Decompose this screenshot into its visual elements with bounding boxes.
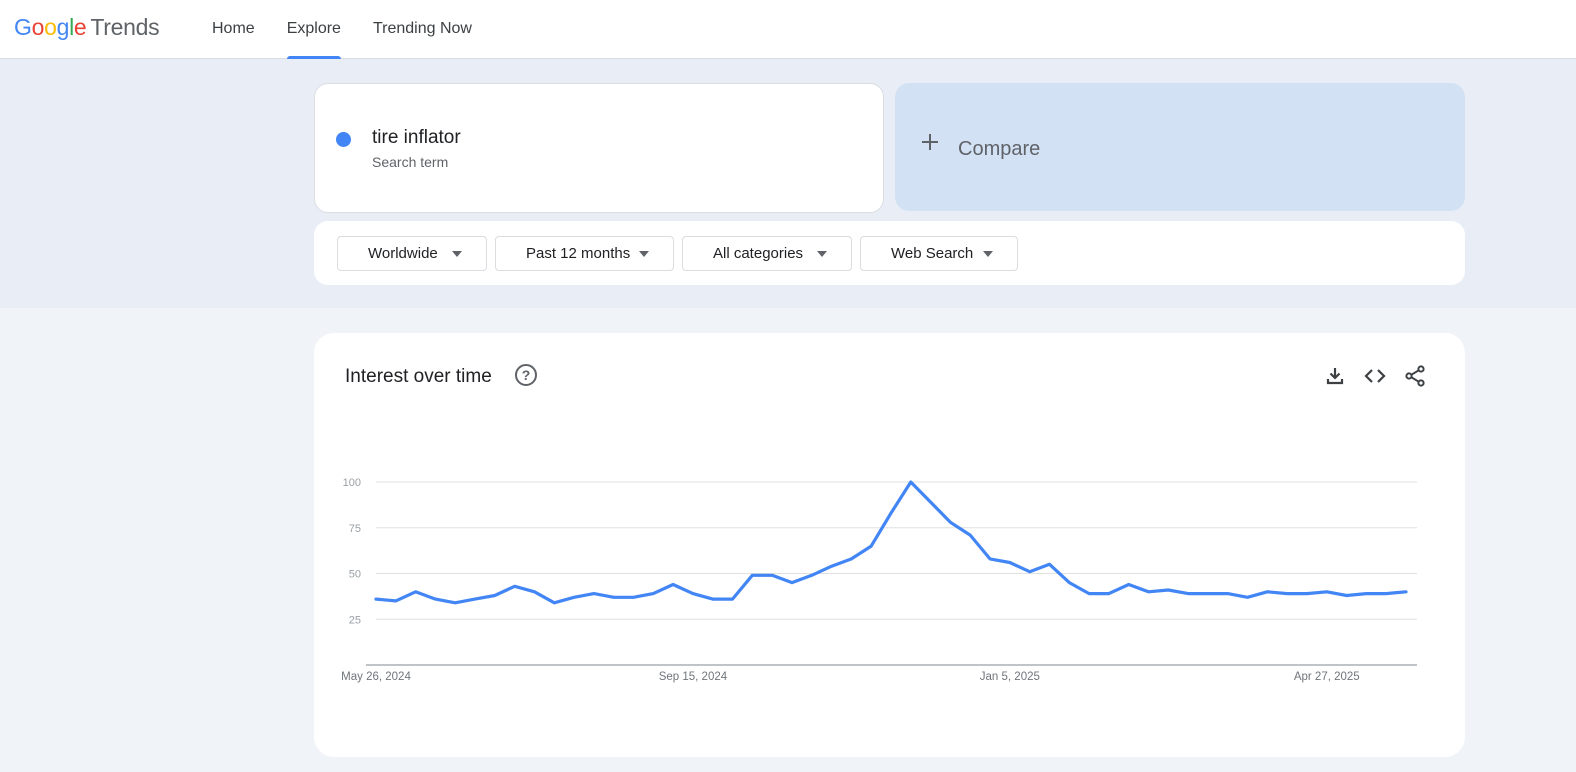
data-point: [1147, 591, 1149, 593]
data-point: [1266, 591, 1268, 593]
series-line: [374, 480, 1408, 605]
data-point: [533, 591, 535, 593]
search-type-filter[interactable]: Web Search: [860, 236, 1018, 271]
x-tick-label: May 26, 2024: [341, 671, 411, 683]
x-tick-label: Sep 15, 2024: [659, 671, 728, 683]
logo-letter: G: [14, 14, 32, 40]
search-term-name[interactable]: tire inflator: [372, 127, 461, 149]
data-point: [612, 596, 614, 598]
data-point: [494, 594, 496, 596]
x-tick-label: Jan 5, 2025: [980, 671, 1040, 683]
data-point: [1187, 592, 1189, 594]
data-point: [1167, 589, 1169, 591]
data-point: [474, 598, 476, 600]
y-tick-label: 50: [349, 569, 361, 581]
data-point: [513, 585, 515, 587]
logo-product-name: Trends: [90, 14, 160, 40]
filters-bar: Worldwide Past 12 months All categories …: [314, 221, 1465, 285]
data-point: [870, 545, 872, 547]
data-point: [395, 600, 397, 602]
data-point: [1028, 570, 1030, 572]
caret-down-icon: [983, 251, 993, 257]
data-point: [434, 598, 436, 600]
data-point: [1207, 592, 1209, 594]
region-filter-label: Worldwide: [368, 245, 438, 262]
logo-letter: g: [56, 14, 70, 40]
caret-down-icon: [452, 251, 462, 257]
x-tick-label: Apr 27, 2025: [1294, 671, 1360, 683]
time-range-filter[interactable]: Past 12 months: [495, 236, 674, 271]
y-tick-label: 100: [343, 477, 361, 489]
data-point: [652, 592, 654, 594]
data-point: [989, 558, 991, 560]
data-point: [573, 596, 575, 598]
data-point: [1009, 561, 1011, 563]
data-point: [791, 581, 793, 583]
nav-trending-now[interactable]: Trending Now: [373, 0, 472, 59]
data-point: [1385, 592, 1387, 594]
caret-down-icon: [817, 251, 827, 257]
data-point: [890, 512, 892, 514]
data-point: [553, 602, 555, 604]
plus-icon: [921, 133, 939, 151]
category-filter[interactable]: All categories: [682, 236, 852, 271]
data-point: [751, 574, 753, 576]
data-point: [692, 592, 694, 594]
main-nav: Home Explore Trending Now: [212, 0, 504, 60]
data-point: [1405, 591, 1407, 593]
caret-down-icon: [639, 251, 649, 257]
data-point: [771, 574, 773, 576]
series-color-dot: [336, 132, 351, 147]
search-term-card[interactable]: tire inflator Search term: [314, 83, 884, 213]
data-point: [1108, 592, 1110, 594]
logo-letter: e: [73, 14, 87, 40]
data-point: [454, 602, 456, 604]
logo-letter: o: [44, 14, 57, 40]
data-point: [731, 598, 733, 600]
data-point: [1365, 592, 1367, 594]
interest-over-time-card: Interest over time ? 25 50 75 100 May 26, 20…: [314, 333, 1465, 757]
nav-home[interactable]: Home: [212, 0, 255, 59]
region-filter[interactable]: Worldwide: [337, 236, 487, 271]
data-point: [1048, 563, 1050, 565]
top-app-bar: Google Trends Home Explore Trending Now: [0, 0, 1576, 60]
compare-label: Compare: [958, 138, 1041, 160]
data-point: [1306, 592, 1308, 594]
google-trends-logo[interactable]: Google Trends: [14, 14, 160, 41]
data-point: [712, 598, 714, 600]
y-tick-label: 75: [349, 523, 361, 535]
data-point: [1068, 581, 1070, 583]
nav-explore[interactable]: Explore: [286, 0, 342, 60]
data-point: [593, 592, 595, 594]
data-point: [1127, 583, 1129, 585]
category-filter-label: All categories: [713, 245, 804, 262]
data-point: [1345, 594, 1347, 596]
data-point: [1286, 592, 1288, 594]
data-point: [1088, 592, 1090, 594]
data-point: [1326, 591, 1328, 593]
y-tick-label: 25: [349, 614, 361, 626]
data-point: [830, 565, 832, 567]
search-term-type: Search term: [372, 154, 449, 170]
data-point: [672, 583, 674, 585]
compare-button[interactable]: Compare: [895, 83, 1465, 211]
data-point: [850, 558, 852, 560]
data-point: [929, 501, 931, 503]
data-point: [632, 596, 634, 598]
data-point: [811, 574, 813, 576]
data-point: [910, 481, 912, 483]
data-point: [1227, 592, 1229, 594]
data-point: [969, 534, 971, 536]
data-point: [375, 598, 377, 600]
data-point: [1246, 596, 1248, 598]
data-point: [949, 521, 951, 523]
interest-over-time-chart: 25 50 75 100 May 26, 2024 Sep 15, 2024 Jan 5, …: [341, 477, 1417, 683]
data-point: [414, 591, 416, 593]
search-type-filter-label: Web Search: [891, 245, 974, 262]
logo-letter: o: [31, 14, 45, 40]
time-range-filter-label: Past 12 months: [526, 245, 631, 262]
